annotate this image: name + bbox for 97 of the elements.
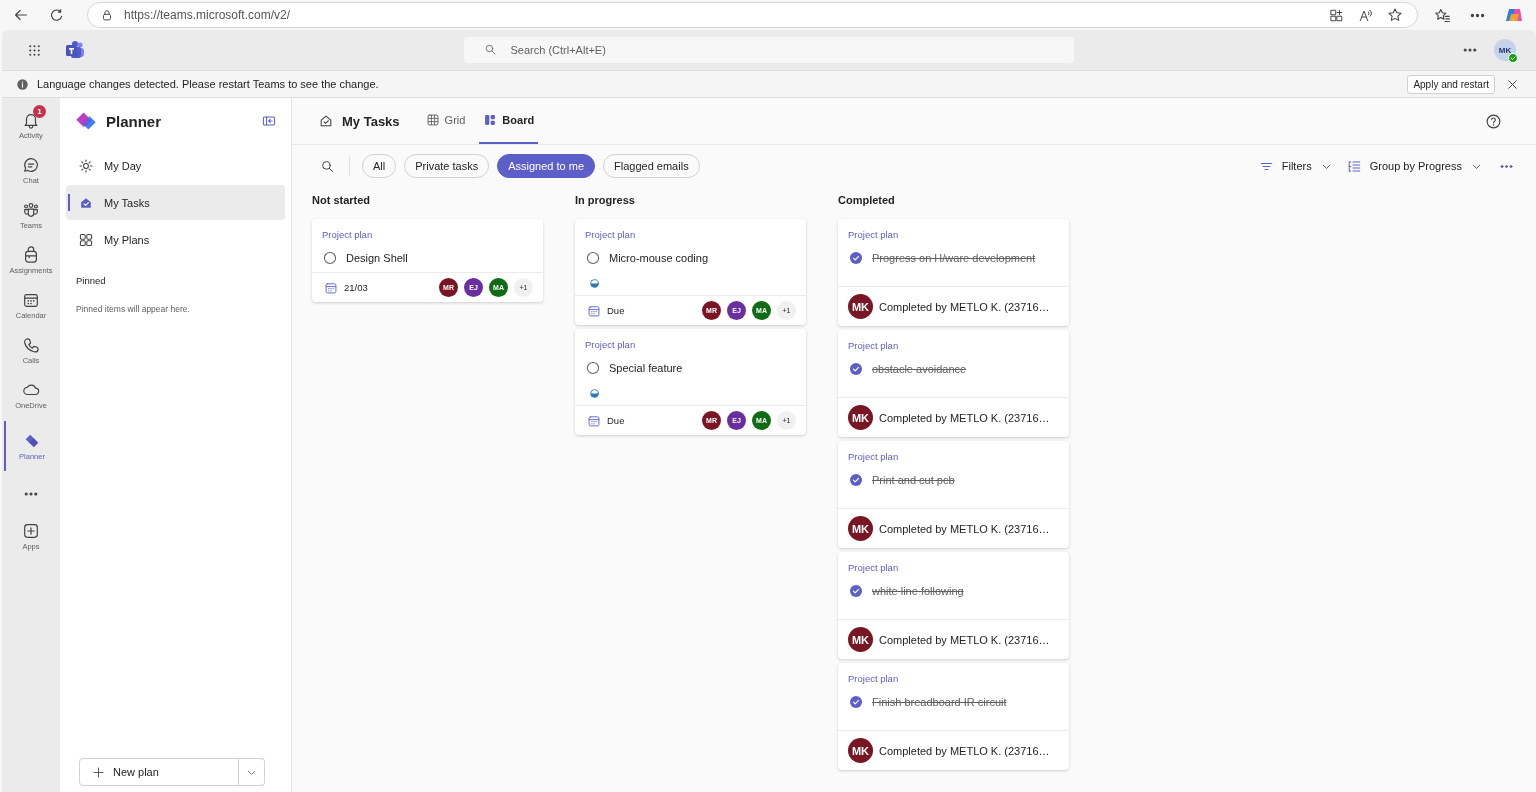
nav-item[interactable]: My Plans bbox=[66, 222, 285, 257]
search-icon[interactable] bbox=[320, 158, 335, 174]
board-icon bbox=[483, 113, 498, 127]
section-heading: Pinned bbox=[76, 275, 107, 286]
filter-chip[interactable]: Private tasks bbox=[404, 154, 490, 178]
sun-icon bbox=[78, 157, 94, 174]
plan-label: Project plan bbox=[322, 229, 374, 240]
filter-chip[interactable]: Flagged emails bbox=[603, 154, 700, 178]
grid-icon bbox=[78, 231, 94, 248]
plan-label: Project plan bbox=[848, 229, 900, 240]
task-title: Progress on H/ware development bbox=[872, 252, 1036, 264]
help-icon[interactable] bbox=[1485, 112, 1502, 130]
task-title: Print and cut pcb bbox=[872, 474, 955, 486]
lock-icon bbox=[100, 8, 114, 22]
refresh-icon[interactable] bbox=[48, 6, 65, 24]
chat-icon bbox=[22, 156, 40, 174]
completed-by-text: Completed by METLO K. (23716… bbox=[879, 744, 1050, 757]
list-icon bbox=[1346, 158, 1362, 174]
calendar-icon bbox=[324, 280, 338, 295]
task-card[interactable]: Project plan Print and cut pcb MK Completed by METLO K. (23716… bbox=[838, 441, 1069, 548]
add-app-icon bbox=[22, 522, 40, 540]
task-card[interactable]: Project plan Finish breadboard IR circuit MK Completed by METLO K. (23716… bbox=[838, 663, 1069, 770]
calendar-icon bbox=[587, 303, 601, 318]
task-card[interactable]: Project plan obstacle avoidance MK Completed by METLO K. (23716… bbox=[838, 330, 1069, 437]
avatar: MK bbox=[848, 294, 873, 319]
read-aloud-icon[interactable] bbox=[1358, 7, 1373, 23]
completed-by-text: Completed by METLO K. (23716… bbox=[879, 522, 1050, 535]
completed-by-text: Completed by METLO K. (23716… bbox=[879, 633, 1050, 646]
task-card[interactable]: Project plan white line following MK Completed by METLO K. (23716… bbox=[838, 552, 1069, 659]
task-title: Design Shell bbox=[346, 252, 408, 264]
filter-chip[interactable]: Assigned to me bbox=[497, 154, 596, 178]
bell-icon bbox=[22, 111, 40, 129]
group-by-button[interactable]: Group by Progress bbox=[1346, 158, 1483, 174]
calendar-icon bbox=[587, 413, 601, 428]
completed-by-text: Completed by METLO K. (23716… bbox=[879, 411, 1050, 424]
notice-text: Language changes detected. Please restart Teams to see the change. bbox=[37, 78, 380, 90]
collapse-panel-icon[interactable] bbox=[261, 113, 277, 129]
checkbox-circle[interactable] bbox=[585, 360, 601, 376]
column-heading: In progress bbox=[575, 193, 636, 208]
table-icon bbox=[425, 113, 440, 127]
task-title: Finish breadboard IR circuit bbox=[872, 696, 1007, 708]
checked-circle-icon[interactable] bbox=[848, 472, 864, 488]
presence-icon bbox=[1508, 53, 1518, 63]
due-date: 21/03 bbox=[344, 282, 369, 293]
plan-label: Project plan bbox=[848, 451, 900, 462]
favorites-icon[interactable] bbox=[1434, 6, 1451, 24]
info-icon bbox=[16, 77, 29, 91]
checked-circle-icon[interactable] bbox=[848, 583, 864, 599]
avatar[interactable]: MK bbox=[1494, 39, 1516, 61]
task-title: Special feature bbox=[609, 362, 683, 374]
plan-label: Project plan bbox=[848, 340, 900, 351]
task-title: white line following bbox=[872, 585, 964, 597]
checked-circle-icon[interactable] bbox=[848, 250, 864, 266]
task-title: Micro-mouse coding bbox=[609, 252, 709, 264]
bag-icon bbox=[22, 246, 40, 264]
nav-item[interactable]: My Tasks bbox=[66, 185, 285, 220]
plan-label: Project plan bbox=[848, 673, 900, 684]
column-heading: Not started bbox=[312, 193, 372, 208]
address-bar[interactable]: https://teams.microsoft.com/v2/ bbox=[87, 2, 1418, 28]
star-icon[interactable] bbox=[1387, 7, 1403, 23]
apps-icon[interactable] bbox=[1329, 7, 1344, 23]
plan-label: Project plan bbox=[585, 339, 637, 350]
checkbox-circle[interactable] bbox=[322, 250, 338, 266]
checked-circle-icon[interactable] bbox=[848, 694, 864, 710]
avatar: MK bbox=[848, 405, 873, 430]
plan-label: Project plan bbox=[848, 562, 900, 573]
url-text: https://teams.microsoft.com/v2/ bbox=[124, 8, 292, 22]
plan-label: Project plan bbox=[585, 229, 637, 240]
view-tab[interactable]: Board bbox=[479, 98, 539, 144]
plus-icon bbox=[92, 765, 105, 779]
page-title: My Tasks bbox=[342, 113, 400, 129]
avatar: MK bbox=[848, 738, 873, 763]
notification-badge: 1 bbox=[33, 105, 46, 118]
completed-by-text: Completed by METLO K. (23716… bbox=[879, 300, 1050, 313]
apply-button[interactable]: Apply and restart bbox=[1407, 74, 1495, 94]
calendar-icon bbox=[22, 291, 40, 309]
filters-button[interactable]: Filters bbox=[1258, 158, 1333, 174]
new-plan-button[interactable]: New plan bbox=[79, 758, 239, 786]
checkbox-circle[interactable] bbox=[585, 250, 601, 266]
avatar: MK bbox=[848, 516, 873, 541]
empty-message: Pinned items will appear here. bbox=[76, 304, 191, 314]
phone-icon bbox=[22, 336, 40, 354]
filter-chip[interactable]: All bbox=[362, 154, 397, 178]
nav-item[interactable]: My Day bbox=[66, 148, 285, 183]
due-date: Due bbox=[607, 415, 626, 426]
task-card[interactable]: Project plan Progress on H/ware development MK Completed by METLO K. (23716… bbox=[838, 219, 1069, 326]
view-tab[interactable]: Grid bbox=[421, 98, 470, 144]
search-field[interactable]: Search (Ctrl+Alt+E) bbox=[463, 37, 1074, 63]
avatar: MK bbox=[848, 627, 873, 652]
app-title: Planner bbox=[106, 112, 163, 130]
checked-circle-icon[interactable] bbox=[848, 361, 864, 377]
due-date: Due bbox=[607, 305, 626, 316]
column-heading: Completed bbox=[838, 193, 896, 208]
teams-logo-icon bbox=[65, 40, 85, 60]
task-title: obstacle avoidance bbox=[872, 363, 967, 375]
people-icon bbox=[22, 201, 40, 219]
tasks-icon bbox=[318, 113, 334, 129]
